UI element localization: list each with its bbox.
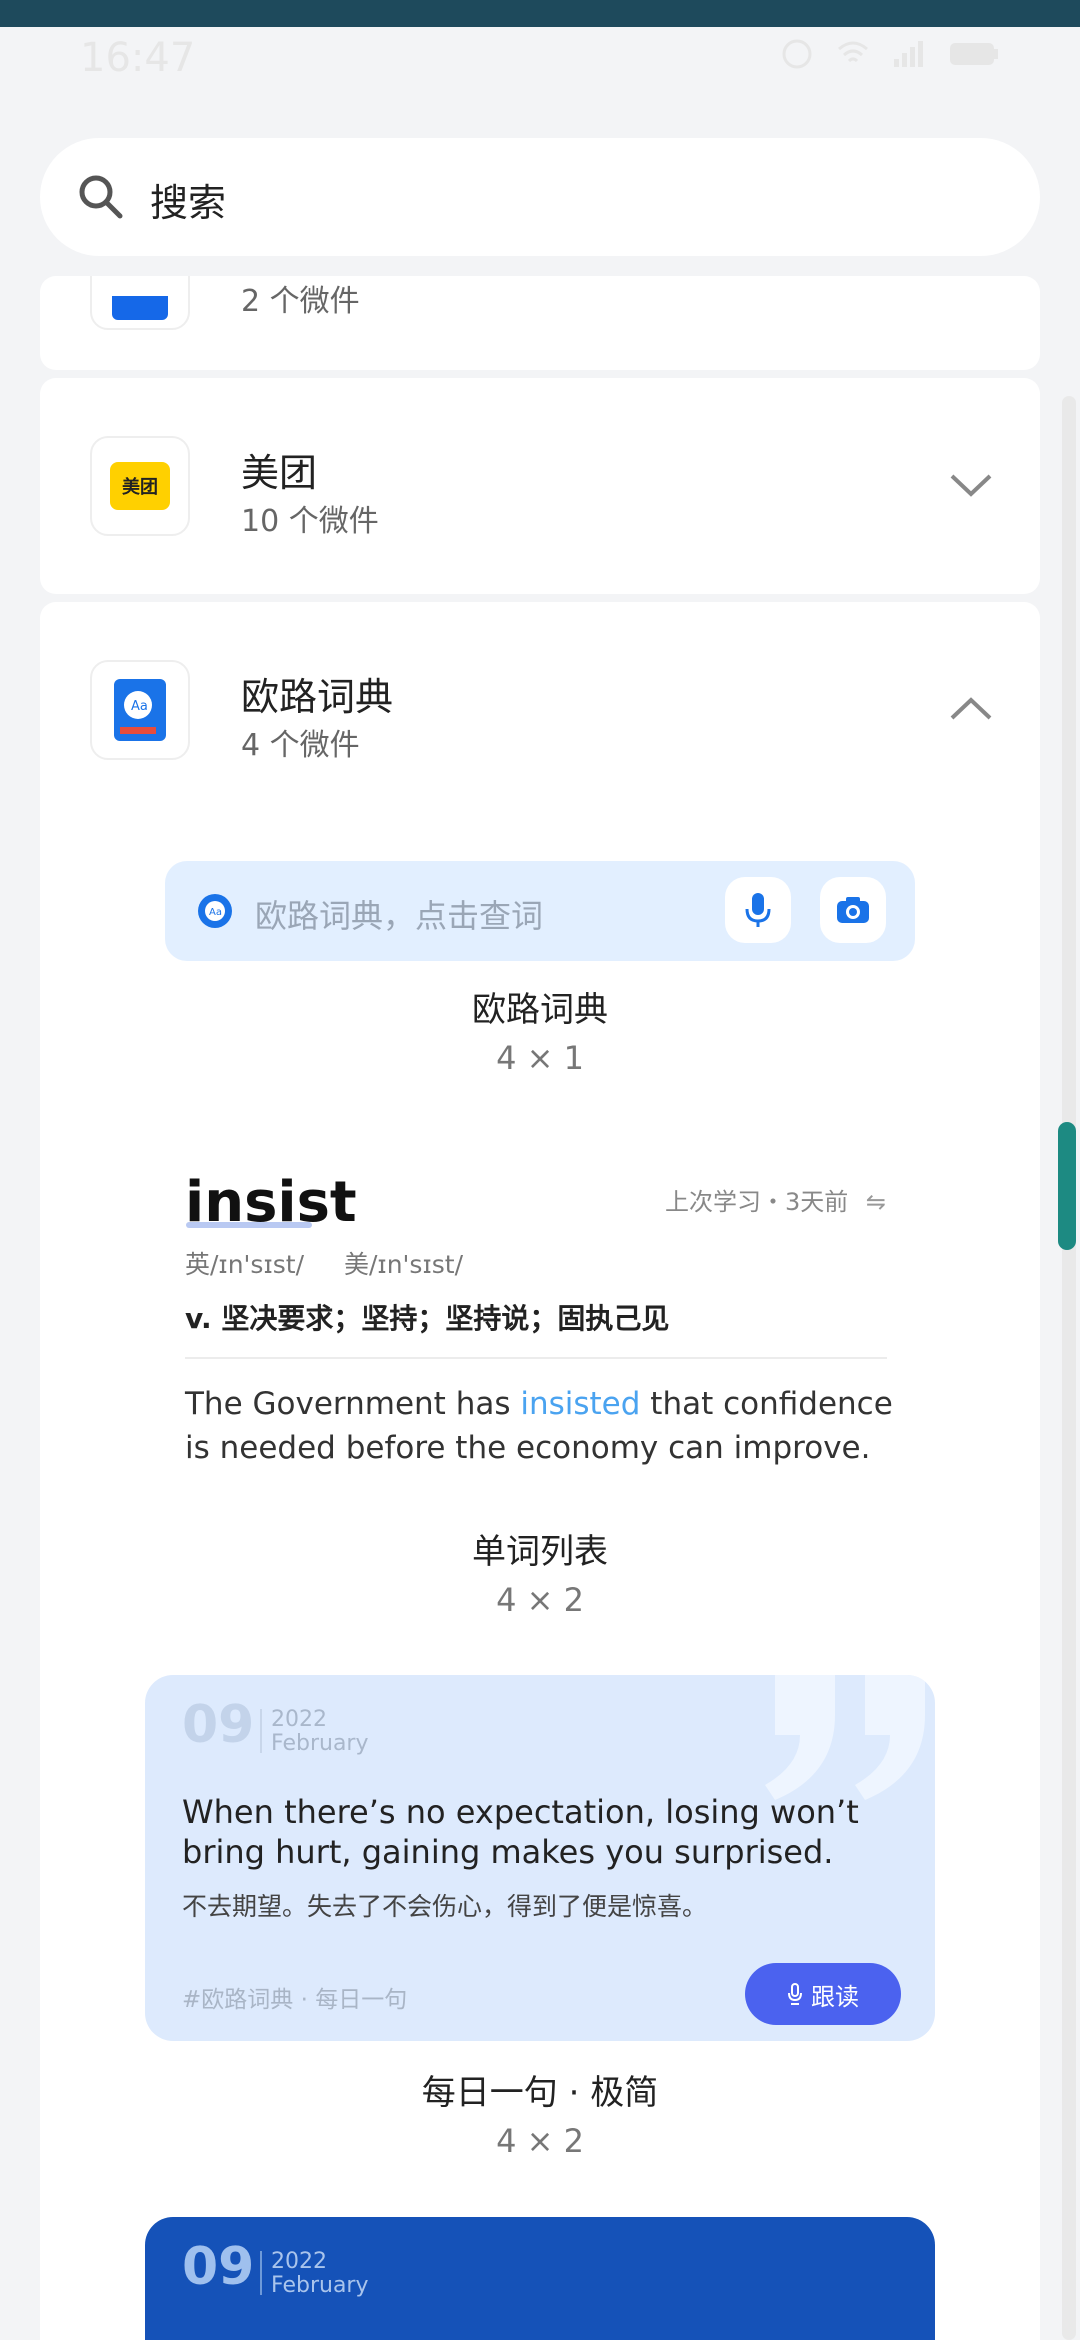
blue-app-logo [112, 296, 168, 320]
quote-mark-icon [765, 1675, 925, 1800]
svg-text:Aa: Aa [209, 907, 222, 918]
word-meaning: v. 坚决要求；坚持；坚持说；固执己见 [185, 1302, 670, 1335]
widget-count: 10 个微件 [241, 504, 379, 539]
widget-size: 4 × 1 [496, 1039, 584, 1077]
scrollbar-track[interactable] [1062, 396, 1076, 2340]
quote-tag: #欧路词典 · 每日一句 [182, 1987, 408, 2013]
meituan-app-icon: 美团 [90, 436, 190, 536]
eudic-app-icon: Aa [90, 660, 190, 760]
eudic-search-icon: Aa [198, 894, 232, 928]
follow-read-button[interactable]: 跟读 [745, 1963, 901, 2025]
daily-quote-widget-dark[interactable]: 09 2022 February [145, 2217, 935, 2340]
battery-icon [948, 37, 1000, 71]
quote-day: 09 [182, 2237, 255, 2297]
dict-search-widget[interactable]: Aa 欧路词典，点击查词 [165, 861, 915, 961]
phonetic-uk: 英/ɪn'sɪst/ [185, 1250, 304, 1279]
wifi-icon [836, 37, 870, 71]
app-name: 欧路词典 [241, 675, 394, 719]
phonetic-us: 美/ɪn'sɪst/ [344, 1250, 463, 1279]
voice-search-button[interactable] [725, 877, 791, 943]
widget-name: 单词列表 [472, 1532, 608, 1572]
app-name: 美团 [241, 451, 318, 495]
top-edge [0, 0, 1080, 27]
chevron-up-icon[interactable] [948, 694, 994, 724]
quote-month: February [271, 1731, 369, 1756]
follow-read-label: 跟读 [811, 1982, 859, 2011]
quote-month: February [271, 2273, 369, 2298]
search-icon [79, 175, 123, 219]
divider [185, 1357, 887, 1359]
daily-quote-widget[interactable]: 09 2022 February When there’s no expecta… [145, 1675, 935, 2041]
signal-icon [892, 37, 926, 71]
switch-icon[interactable]: ⇋ [866, 1188, 886, 1216]
widget-caption: 每日一句 · 极简 4 × 2 [0, 2065, 1080, 2160]
microphone-icon [745, 893, 771, 927]
quote-chinese: 不去期望。失去了不会伤心，得到了便是惊喜。 [182, 1892, 708, 1921]
app-card-partial[interactable]: 2 个微件 [40, 276, 1040, 370]
app-icon [90, 276, 190, 330]
quote-english: When there’s no expectation, losing won’… [182, 1793, 859, 1871]
camera-icon [837, 897, 869, 923]
alarm-icon [780, 37, 814, 71]
quote-year: 2022 [271, 1707, 327, 1732]
date-separator [260, 2251, 262, 2295]
scrollbar-thumb[interactable] [1058, 1122, 1076, 1250]
svg-text:Aa: Aa [131, 699, 148, 714]
widget-count: 4 个微件 [241, 728, 360, 763]
widget-caption: 欧路词典 4 × 1 [0, 982, 1080, 1077]
widget-size: 4 × 2 [496, 1581, 584, 1619]
quote-day: 09 [182, 1695, 255, 1755]
widget-name: 每日一句 · 极简 [421, 2073, 659, 2113]
microphone-icon [788, 1983, 802, 2005]
status-time: 16:47 [80, 35, 196, 81]
widget-name: 欧路词典 [472, 990, 608, 1030]
example-sentence: The Government has insisted that confide… [185, 1386, 893, 1466]
widget-size: 4 × 2 [496, 2122, 584, 2160]
eudic-logo: Aa [114, 679, 166, 741]
search-bar[interactable]: 搜索 [40, 138, 1040, 256]
widget-count: 2 个微件 [241, 284, 360, 319]
highlighted-word: insisted [520, 1386, 641, 1422]
widget-caption: 单词列表 4 × 2 [0, 1524, 1080, 1619]
dict-search-input[interactable]: 欧路词典，点击查词 [255, 891, 543, 937]
quote-year: 2022 [271, 2249, 327, 2274]
word-title: insist [185, 1170, 357, 1235]
search-input[interactable]: 搜索 [150, 172, 226, 227]
date-separator [260, 1709, 262, 1753]
last-study-label: 上次学习・3天前 ⇋ [665, 1188, 887, 1216]
camera-search-button[interactable] [820, 877, 886, 943]
app-card-meituan[interactable]: 美团 美团 10 个微件 [40, 378, 1040, 594]
meituan-logo: 美团 [110, 462, 170, 510]
status-bar: 16:47 [0, 27, 1080, 87]
chevron-down-icon[interactable] [948, 470, 994, 500]
